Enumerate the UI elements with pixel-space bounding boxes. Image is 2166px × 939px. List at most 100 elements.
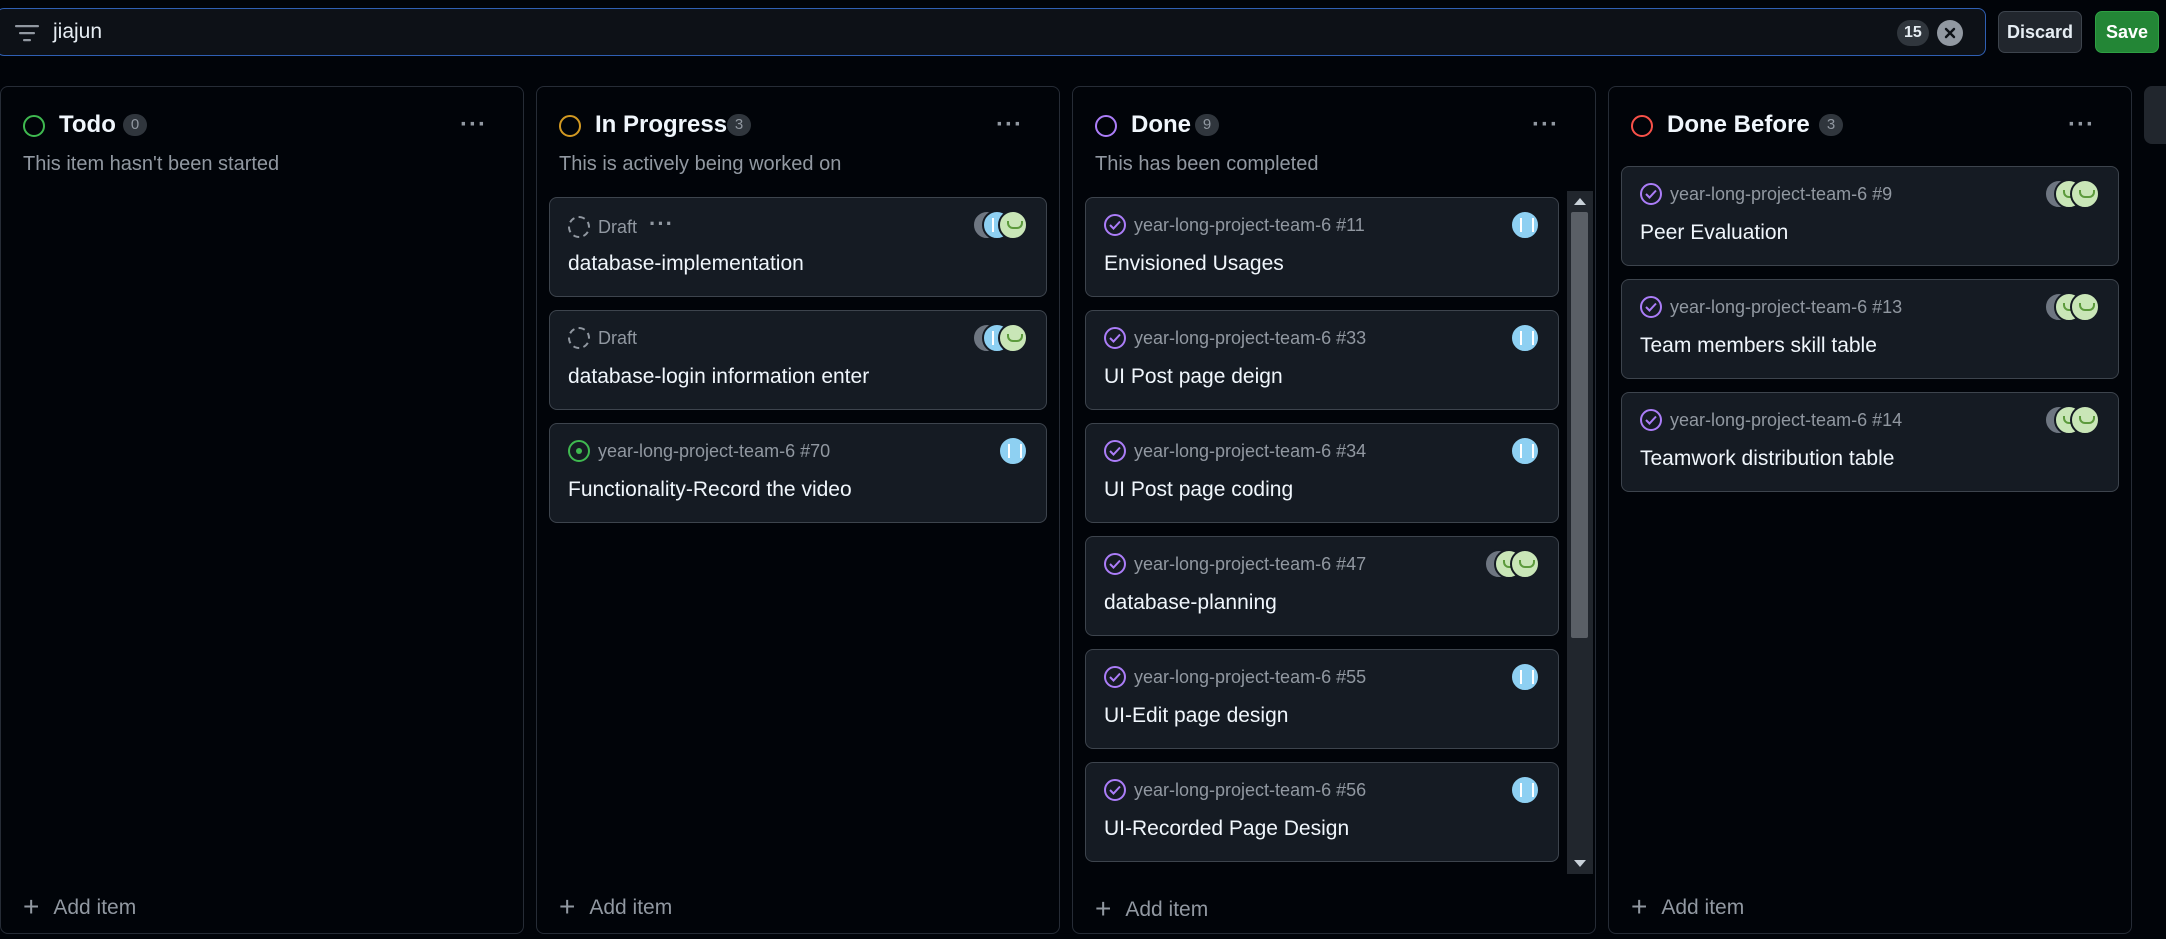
card[interactable]: year-long-project-team-6 #14 Teamwork di… xyxy=(1621,392,2119,492)
column-title: Done Before xyxy=(1667,111,1810,138)
clear-filter-icon[interactable] xyxy=(1937,20,1963,46)
card-meta: year-long-project-team-6 #9 xyxy=(1640,183,1892,205)
draft-icon xyxy=(568,327,590,349)
assignee-avatars xyxy=(998,436,1030,466)
add-item-label: Add item xyxy=(1661,896,1745,919)
card[interactable]: year-long-project-team-6 #70 Functionali… xyxy=(549,423,1047,523)
filter-input[interactable]: jiajun 15 xyxy=(0,8,1986,56)
card-title[interactable]: Functionality-Record the video xyxy=(568,478,852,502)
avatar xyxy=(2070,292,2100,322)
plus-icon: + xyxy=(23,891,40,922)
card[interactable]: year-long-project-team-6 #9 Peer Evaluat… xyxy=(1621,166,2119,266)
add-item-button[interactable]: + Add item xyxy=(559,889,673,922)
card-meta-text[interactable]: year-long-project-team-6 #14 xyxy=(1670,410,1902,431)
column-header: Todo 0 ··· xyxy=(23,109,503,143)
card-title[interactable]: Team members skill table xyxy=(1640,334,1877,358)
column-description: This is actively being worked on xyxy=(559,153,842,175)
assignee-avatars xyxy=(1484,549,1542,579)
column-title: In Progress xyxy=(595,111,728,138)
column-count-badge: 9 xyxy=(1195,114,1219,136)
card-title[interactable]: UI-Recorded Page Design xyxy=(1104,817,1349,841)
card-title[interactable]: Envisioned Usages xyxy=(1104,252,1284,276)
add-item-label: Add item xyxy=(589,896,673,919)
status-circle-icon xyxy=(23,115,45,137)
card-meta-text[interactable]: year-long-project-team-6 #9 xyxy=(1670,184,1892,205)
save-button[interactable]: Save xyxy=(2095,11,2159,53)
closed-issue-icon xyxy=(1104,214,1126,236)
card-title[interactable]: UI Post page deign xyxy=(1104,365,1283,389)
next-column-edge[interactable] xyxy=(2144,86,2166,144)
column-count-badge: 3 xyxy=(727,114,751,136)
status-circle-icon xyxy=(1631,115,1653,137)
card-meta-text: Draft xyxy=(598,216,638,237)
add-item-button[interactable]: + Add item xyxy=(1095,891,1208,924)
card-meta-text[interactable]: year-long-project-team-6 #11 xyxy=(1134,215,1365,236)
add-item-button[interactable]: + Add item xyxy=(1631,889,1745,922)
avatar xyxy=(1510,323,1540,353)
avatar xyxy=(1510,775,1540,805)
plus-icon: + xyxy=(1631,891,1648,922)
column-menu-icon[interactable]: ··· xyxy=(996,111,1023,139)
avatar xyxy=(998,210,1028,240)
card-meta-text[interactable]: year-long-project-team-6 #33 xyxy=(1134,328,1366,349)
status-circle-icon xyxy=(1095,115,1117,137)
card-title[interactable]: database-login information enter xyxy=(568,365,869,389)
column-done-before: Done Before 3 ··· year-long-project-team… xyxy=(1608,86,2132,934)
card-meta: Draft ··· xyxy=(568,211,674,240)
card-title[interactable]: Teamwork distribution table xyxy=(1640,447,1894,471)
add-item-label: Add item xyxy=(53,896,137,919)
card[interactable]: year-long-project-team-6 #55 UI-Edit pag… xyxy=(1085,649,1559,749)
card-meta-text[interactable]: year-long-project-team-6 #47 xyxy=(1134,554,1366,575)
card-meta-text[interactable]: year-long-project-team-6 #34 xyxy=(1134,441,1366,462)
card-meta: year-long-project-team-6 #11 xyxy=(1104,214,1365,236)
card-title[interactable]: UI-Edit page design xyxy=(1104,704,1288,728)
avatar xyxy=(1510,436,1540,466)
card[interactable]: year-long-project-team-6 #47 database-pl… xyxy=(1085,536,1559,636)
card[interactable]: year-long-project-team-6 #56 UI-Recorded… xyxy=(1085,762,1559,862)
card-meta: year-long-project-team-6 #70 xyxy=(568,440,830,462)
assignee-avatars xyxy=(2044,179,2102,209)
card[interactable]: year-long-project-team-6 #13 Team member… xyxy=(1621,279,2119,379)
card-meta: Draft xyxy=(568,327,637,349)
card-meta-text[interactable]: year-long-project-team-6 #13 xyxy=(1670,297,1902,318)
card[interactable]: year-long-project-team-6 #34 UI Post pag… xyxy=(1085,423,1559,523)
card-meta-text[interactable]: year-long-project-team-6 #70 xyxy=(598,441,830,462)
assignee-avatars xyxy=(1510,210,1542,240)
add-item-button[interactable]: + Add item xyxy=(23,889,137,922)
card[interactable]: Draft ··· database-implementation xyxy=(549,197,1047,297)
card[interactable]: Draft database-login information enter xyxy=(549,310,1047,410)
scrollbar-thumb[interactable] xyxy=(1571,212,1588,638)
card[interactable]: year-long-project-team-6 #33 UI Post pag… xyxy=(1085,310,1559,410)
card-title[interactable]: database-implementation xyxy=(568,252,804,276)
closed-issue-icon xyxy=(1104,779,1126,801)
card-meta-text[interactable]: year-long-project-team-6 #55 xyxy=(1134,667,1366,688)
card-title[interactable]: database-planning xyxy=(1104,591,1277,615)
discard-button[interactable]: Discard xyxy=(1998,11,2082,53)
column-menu-icon[interactable]: ··· xyxy=(1532,111,1559,139)
filter-icon xyxy=(15,25,39,42)
column-done: Done 9 ··· This has been completed year-… xyxy=(1072,86,1596,934)
card-meta: year-long-project-team-6 #13 xyxy=(1640,296,1902,318)
card-meta: year-long-project-team-6 #34 xyxy=(1104,440,1366,462)
card-title[interactable]: Peer Evaluation xyxy=(1640,221,1788,245)
column-menu-icon[interactable]: ··· xyxy=(460,111,487,139)
column-header: Done Before 3 ··· xyxy=(1631,109,2111,143)
card-title[interactable]: UI Post page coding xyxy=(1104,478,1293,502)
scroll-up-arrow-icon[interactable] xyxy=(1574,198,1586,205)
card-more-icon[interactable]: ··· xyxy=(649,211,674,237)
card[interactable]: year-long-project-team-6 #11 Envisioned … xyxy=(1085,197,1559,297)
card-meta-text: Draft xyxy=(598,327,638,348)
closed-issue-icon xyxy=(1640,296,1662,318)
card-meta-text[interactable]: year-long-project-team-6 #56 xyxy=(1134,780,1366,801)
avatar xyxy=(1510,662,1540,692)
closed-issue-icon xyxy=(1104,440,1126,462)
closed-issue-icon xyxy=(1104,666,1126,688)
filter-bar: jiajun 15 Discard Save xyxy=(0,8,2166,56)
card-meta: year-long-project-team-6 #55 xyxy=(1104,666,1366,688)
filter-query-text[interactable]: jiajun xyxy=(53,20,102,44)
avatar xyxy=(1510,549,1540,579)
open-issue-icon xyxy=(568,440,590,462)
scroll-down-arrow-icon[interactable] xyxy=(1574,860,1586,867)
column-menu-icon[interactable]: ··· xyxy=(2068,111,2095,139)
column-header: Done 9 ··· xyxy=(1095,109,1575,143)
